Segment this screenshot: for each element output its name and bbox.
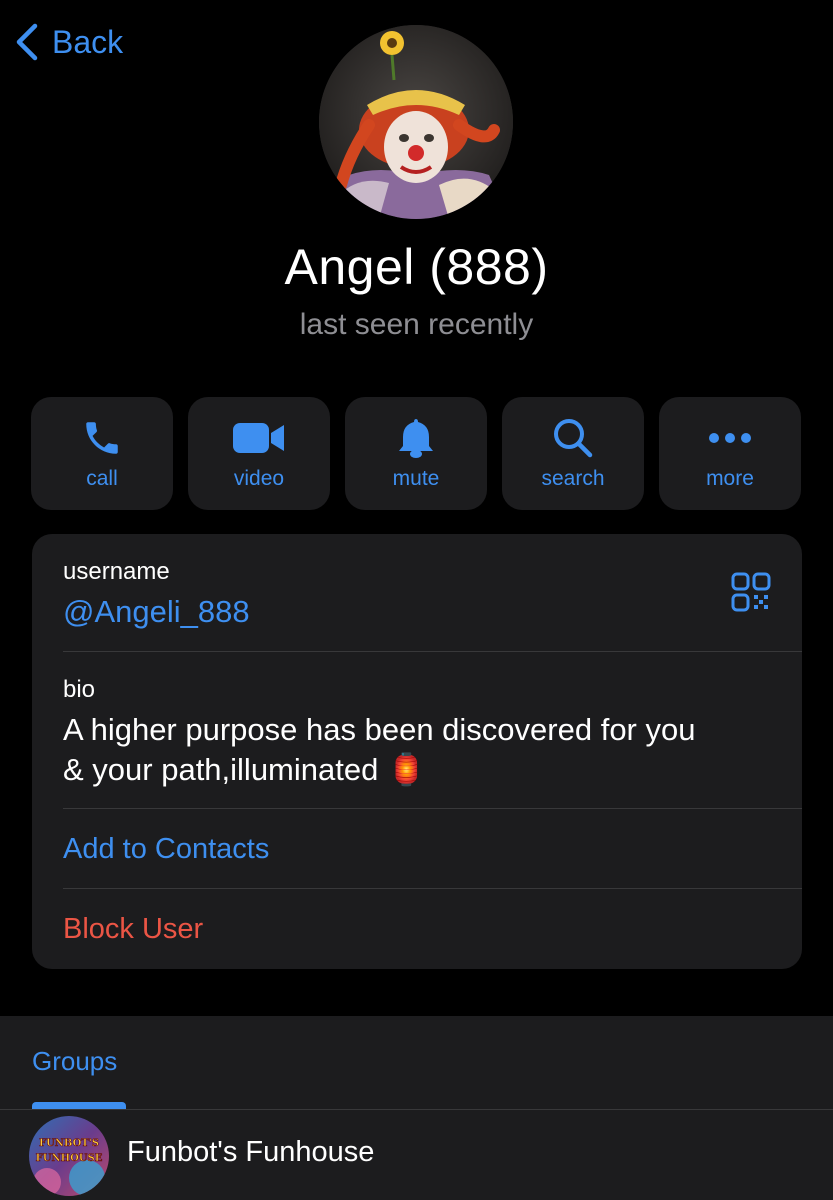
- back-button[interactable]: Back: [14, 22, 123, 62]
- call-label: call: [86, 467, 118, 490]
- group-avatar: FUNBOT'S FUNHOUSE: [29, 1116, 109, 1196]
- add-to-contacts-button[interactable]: Add to Contacts: [63, 833, 802, 866]
- mute-label: mute: [392, 467, 440, 490]
- add-to-contacts-row[interactable]: Add to Contacts: [63, 809, 802, 889]
- search-label: search: [541, 467, 605, 490]
- group-logo-text-2: FUNHOUSE: [36, 1153, 103, 1164]
- bio-text: A higher purpose has been discovered for…: [63, 710, 802, 790]
- bell-icon: [397, 416, 435, 460]
- qr-code-icon[interactable]: [731, 572, 771, 612]
- username-row[interactable]: username @Angeli_888: [63, 534, 802, 652]
- back-label: Back: [52, 24, 124, 60]
- block-user-button[interactable]: Block User: [63, 913, 802, 946]
- profile-status: last seen recently: [299, 308, 534, 341]
- bio-line-1: A higher purpose has been discovered for…: [63, 712, 696, 747]
- profile-info-card: username @Angeli_888 bio A higher purpos…: [32, 534, 802, 969]
- mute-button[interactable]: mute: [345, 397, 487, 510]
- group-name: Funbot's Funhouse: [127, 1136, 375, 1168]
- tab-groups[interactable]: Groups: [32, 1046, 117, 1077]
- more-dots-icon: [708, 416, 752, 460]
- bio-line-2: & your path,illuminated 🏮: [63, 752, 426, 787]
- more-label: more: [706, 467, 754, 490]
- search-button[interactable]: search: [502, 397, 644, 510]
- phone-icon: [81, 416, 123, 460]
- call-button[interactable]: call: [31, 397, 173, 510]
- chevron-left-icon: [16, 23, 38, 61]
- profile-avatar[interactable]: [319, 25, 513, 219]
- username-label: username: [63, 558, 170, 585]
- search-icon: [552, 416, 594, 460]
- video-label: video: [233, 467, 285, 490]
- profile-name: Angel (888): [284, 239, 549, 295]
- block-user-row[interactable]: Block User: [63, 889, 802, 969]
- video-button[interactable]: video: [188, 397, 330, 510]
- avatar-image: [319, 25, 513, 219]
- video-camera-icon: [233, 416, 285, 460]
- group-list-item[interactable]: FUNBOT'S FUNHOUSE Funbot's Funhouse: [0, 1110, 833, 1200]
- username-value[interactable]: @Angeli_888: [63, 594, 802, 630]
- more-button[interactable]: more: [659, 397, 801, 510]
- bio-row: bio A higher purpose has been discovered…: [63, 652, 802, 809]
- action-buttons: call video mute search more: [31, 397, 801, 510]
- bio-label: bio: [63, 676, 96, 703]
- group-logo-text-1: FUNBOT'S: [39, 1138, 99, 1149]
